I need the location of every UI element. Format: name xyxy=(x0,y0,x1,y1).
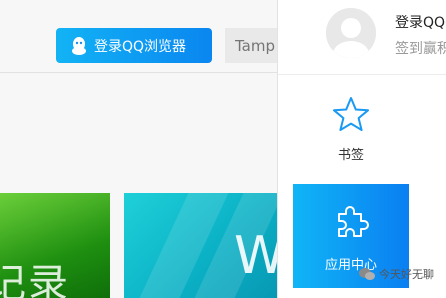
qq-penguin-icon xyxy=(72,36,86,55)
thumbnail-tile[interactable]: W xyxy=(124,193,277,298)
sign-in-reward-text: 签到赢积 xyxy=(395,41,446,57)
toolbar: 登录QQ浏览器 xyxy=(0,0,285,72)
user-dropdown-panel: 登录QQ 签到赢积 书签 应用中心 xyxy=(277,0,446,298)
avatar[interactable] xyxy=(326,8,376,58)
search-input[interactable] xyxy=(225,28,285,63)
login-button-label: 登录QQ浏览器 xyxy=(94,38,187,55)
panel-divider xyxy=(278,74,446,75)
bookmarks-label: 书签 xyxy=(337,148,364,163)
toolbar-divider xyxy=(0,72,277,73)
bookmarks-button[interactable]: 书签 xyxy=(326,96,376,163)
watermark: 今天好无聊 xyxy=(359,266,434,282)
login-qq-link[interactable]: 登录QQ xyxy=(395,12,445,32)
puzzle-piece-icon xyxy=(338,206,369,237)
login-qq-browser-button[interactable]: 登录QQ浏览器 xyxy=(56,28,212,63)
thumbnail-text: 记录 xyxy=(0,261,70,298)
watermark-text: 今天好无聊 xyxy=(379,268,434,281)
thumbnail-text: W xyxy=(234,226,277,286)
star-icon xyxy=(333,97,369,131)
wechat-icon xyxy=(359,268,375,280)
thumbnail-tile[interactable]: 记录 xyxy=(0,193,110,298)
user-silhouette-icon xyxy=(326,8,376,58)
